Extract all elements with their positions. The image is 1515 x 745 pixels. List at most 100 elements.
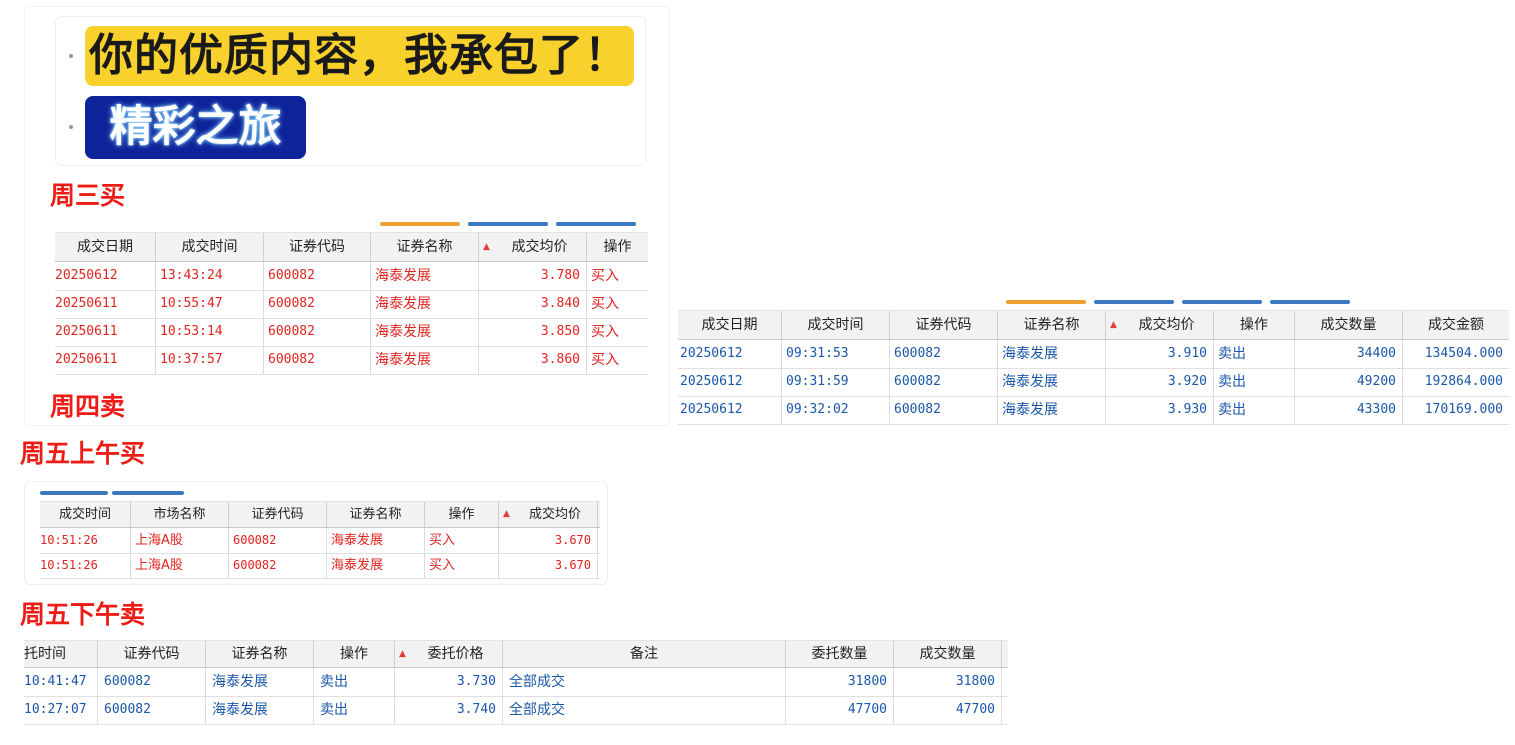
table-row[interactable]: 10:27:07 600082 海泰发展 卖出 3.740 全部成交 47700… (24, 696, 1008, 725)
order-table-fri-pm-sell: 托时间 证券代码 证券名称 操作 ▲ 委托价格 备注 委托数量 成交数量 10:4… (24, 640, 1008, 732)
cell-filled-quantity: 31800 (894, 668, 1002, 696)
cell-time: 10:53:14 (156, 318, 264, 346)
heading-fri-pm-sell: 周五下午卖 (20, 600, 146, 629)
cell-action: 卖出 (314, 696, 395, 724)
sort-ascending-icon[interactable]: ▲ (399, 641, 406, 667)
tab-indicator-active[interactable] (380, 222, 460, 226)
col-header-filled-quantity[interactable]: 成交数量 (894, 641, 1002, 667)
table-row[interactable]: 20250612 09:32:02 600082 海泰发展 3.930 卖出 4… (678, 396, 1509, 425)
col-header-order-time[interactable]: 托时间 (24, 641, 98, 667)
cell-name: 海泰发展 (327, 553, 425, 578)
tab-indicator[interactable] (112, 491, 184, 495)
cell-action: 买入 (425, 553, 499, 578)
tab-indicator[interactable] (1270, 300, 1350, 304)
col-header-time[interactable]: 成交时间 (782, 311, 890, 339)
table-row[interactable]: 10:51:26 上海A股 600082 海泰发展 买入 3.670 (40, 553, 600, 579)
tab-indicator[interactable] (1094, 300, 1174, 304)
cell-time: 10:51:26 (40, 553, 131, 578)
table-row[interactable]: 20250611 10:37:57 600082 海泰发展 3.860 买入 (55, 346, 648, 375)
cell-date: 20250611 (55, 346, 156, 374)
cell-name: 海泰发展 (327, 528, 425, 553)
yellow-banner[interactable]: 你的优质内容，我承包了！ (85, 26, 634, 86)
bullet-dot-icon (69, 125, 73, 129)
sort-ascending-icon[interactable]: ▲ (503, 502, 510, 527)
cell-time: 09:32:02 (782, 396, 890, 424)
cell-avg-price: 3.840 (479, 290, 587, 318)
cell-code: 600082 (264, 262, 371, 290)
col-header-avg-price[interactable]: ▲ 成交均价 (499, 502, 598, 527)
trade-table-thu-sell: 成交日期 成交时间 证券代码 证券名称 ▲ 成交均价 操作 成交数量 成交金额 2… (678, 310, 1509, 425)
col-header-amount[interactable]: 成交金额 (1403, 311, 1509, 339)
cell-time: 10:37:57 (156, 346, 264, 374)
cell-remark: 全部成交 (503, 696, 786, 724)
cell-code: 600082 (229, 553, 327, 578)
cell-name: 海泰发展 (371, 318, 479, 346)
cell-name: 海泰发展 (998, 340, 1106, 368)
tab-indicator-active[interactable] (1006, 300, 1086, 304)
cell-name: 海泰发展 (998, 368, 1106, 396)
tab-indicator[interactable] (468, 222, 548, 226)
table-row[interactable]: 20250611 10:55:47 600082 海泰发展 3.840 买入 (55, 290, 648, 319)
col-header-time[interactable]: 成交时间 (40, 502, 131, 527)
heading-fri-am-buy: 周五上午买 (20, 439, 146, 468)
col-header-remark[interactable]: 备注 (503, 641, 786, 667)
cell-date: 20250611 (55, 318, 156, 346)
table-row[interactable]: 10:51:26 上海A股 600082 海泰发展 买入 3.670 (40, 528, 600, 554)
col-header-quantity[interactable]: 成交数量 (1295, 311, 1403, 339)
cell-name: 海泰发展 (998, 396, 1106, 424)
table-row[interactable]: 20250611 10:53:14 600082 海泰发展 3.850 买入 (55, 318, 648, 347)
table-row[interactable]: 10:41:47 600082 海泰发展 卖出 3.730 全部成交 31800… (24, 668, 1008, 697)
cell-name: 海泰发展 (371, 262, 479, 290)
cell-filled-quantity: 47700 (894, 696, 1002, 724)
table-row[interactable]: 20250612 09:31:53 600082 海泰发展 3.910 卖出 3… (678, 340, 1509, 369)
sort-ascending-icon[interactable]: ▲ (483, 233, 490, 261)
tab-indicator[interactable] (1182, 300, 1262, 304)
col-header-time[interactable]: 成交时间 (156, 233, 264, 261)
blue-banner[interactable]: 精彩之旅 (85, 96, 306, 159)
col-header-code[interactable]: 证券代码 (264, 233, 371, 261)
cell-avg-price: 3.780 (479, 262, 587, 290)
cell-order-time: 10:27:07 (24, 696, 98, 724)
col-header-name[interactable]: 证券名称 (327, 502, 425, 527)
col-header-name[interactable]: 证券名称 (371, 233, 479, 261)
sort-ascending-icon[interactable]: ▲ (1110, 311, 1117, 339)
cell-action: 买入 (591, 268, 619, 284)
col-header-name[interactable]: 证券名称 (206, 641, 314, 667)
cell-avg-price: 3.920 (1106, 368, 1214, 396)
col-header-avg-price[interactable]: ▲ 成交均价 (1106, 311, 1214, 339)
col-header-action[interactable]: 操作 (425, 502, 499, 527)
table-row[interactable]: 20250612 13:43:24 600082 海泰发展 3.780 买入 (55, 262, 648, 291)
cell-name: 海泰发展 (371, 290, 479, 318)
cell-time: 10:51:26 (40, 528, 131, 553)
col-header-order-price[interactable]: ▲ 委托价格 (395, 641, 503, 667)
col-header-code[interactable]: 证券代码 (98, 641, 206, 667)
cell-order-price: 3.740 (395, 696, 503, 724)
col-header-avg-price[interactable]: ▲ 成交均价 (479, 233, 587, 261)
cell-remark: 全部成交 (503, 668, 786, 696)
col-header-action[interactable]: 操作 (1214, 311, 1295, 339)
col-header-code[interactable]: 证券代码 (890, 311, 998, 339)
tab-indicator[interactable] (556, 222, 636, 226)
col-header-market[interactable]: 市场名称 (131, 502, 229, 527)
col-header-date[interactable]: 成交日期 (55, 233, 156, 261)
cell-time: 13:43:24 (156, 262, 264, 290)
cell-avg-price: 3.930 (1106, 396, 1214, 424)
cell-code: 600082 (229, 528, 327, 553)
col-header-action[interactable]: 操作 (587, 233, 648, 261)
table-header: 成交日期 成交时间 证券代码 证券名称 ▲ 成交均价 操作 成交数量 成交金额 (678, 310, 1509, 340)
tab-indicator[interactable] (40, 491, 108, 495)
col-header-code[interactable]: 证券代码 (229, 502, 327, 527)
cell-order-quantity: 31800 (786, 668, 894, 696)
heading-thu-sell: 周四卖 (50, 392, 126, 421)
cell-date: 20250612 (678, 396, 782, 424)
col-header-date[interactable]: 成交日期 (678, 311, 782, 339)
cell-amount: 170169.000 (1424, 402, 1503, 417)
cell-action: 卖出 (314, 668, 395, 696)
col-header-name[interactable]: 证券名称 (998, 311, 1106, 339)
col-header-order-quantity[interactable]: 委托数量 (786, 641, 894, 667)
col-header-action[interactable]: 操作 (314, 641, 395, 667)
table-row[interactable]: 20250612 09:31:59 600082 海泰发展 3.920 卖出 4… (678, 368, 1509, 397)
cell-action: 卖出 (1214, 340, 1295, 368)
cell-action: 买入 (591, 352, 619, 368)
trade-table-fri-am-buy: 成交时间 市场名称 证券代码 证券名称 操作 ▲ 成交均价 10:51:26 上海… (40, 501, 600, 579)
